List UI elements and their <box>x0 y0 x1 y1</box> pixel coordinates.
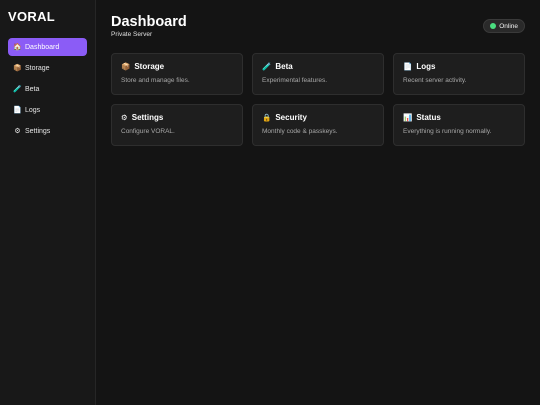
brand-logo: VORAL <box>8 9 55 24</box>
card-grid: 📦 Storage Store and manage files. 🧪 Beta… <box>111 53 525 146</box>
page-title: Dashboard <box>111 14 187 30</box>
title-block: Dashboard Private Server <box>111 14 187 38</box>
card-description: Everything is running normally. <box>403 128 492 135</box>
card-title-row: 📄 Logs <box>403 62 515 71</box>
card-description: Configure VORAL. <box>121 128 175 135</box>
card-title: Security <box>275 113 307 122</box>
card-title: Settings <box>131 113 164 122</box>
test-tube-icon: 🧪 <box>262 62 272 71</box>
sidebar-nav: 🏠 Dashboard 📦 Storage 🧪 Beta 📄 Logs ⚙ Se… <box>8 38 87 140</box>
card-description: Monthly code & passkeys. <box>262 128 338 135</box>
card-description: Store and manage files. <box>121 77 190 84</box>
document-icon: 📄 <box>403 62 413 71</box>
app-root: VORAL 🏠 Dashboard 📦 Storage 🧪 Beta 📄 Log… <box>0 0 540 405</box>
status-badge: Online <box>483 19 525 33</box>
sidebar-item-label: Settings <box>25 127 51 135</box>
online-indicator-icon <box>490 23 497 29</box>
test-tube-icon: 🧪 <box>13 86 22 93</box>
sidebar-item-settings[interactable]: ⚙ Settings <box>8 122 87 140</box>
card-title: Status <box>416 113 441 122</box>
lock-icon: 🔒 <box>262 113 272 122</box>
card-title-row: 📊 Status <box>403 113 515 122</box>
page-subtitle: Private Server <box>111 31 153 38</box>
sidebar-item-storage[interactable]: 📦 Storage <box>8 59 87 77</box>
card-storage[interactable]: 📦 Storage Store and manage files. <box>111 53 243 95</box>
sidebar: VORAL 🏠 Dashboard 📦 Storage 🧪 Beta 📄 Log… <box>0 0 96 405</box>
card-description: Recent server activity. <box>403 77 467 84</box>
status-label: Online <box>499 22 518 30</box>
package-icon: 📦 <box>121 62 131 71</box>
package-icon: 📦 <box>13 65 22 72</box>
sidebar-item-label: Storage <box>25 64 50 72</box>
sidebar-item-logs[interactable]: 📄 Logs <box>8 101 87 119</box>
card-title-row: ⚙ Settings <box>121 113 233 122</box>
card-description: Experimental features. <box>262 77 328 84</box>
card-title-row: 📦 Storage <box>121 62 233 71</box>
card-settings[interactable]: ⚙ Settings Configure VORAL. <box>111 104 243 146</box>
gear-icon: ⚙ <box>121 113 128 122</box>
sidebar-item-beta[interactable]: 🧪 Beta <box>8 80 87 98</box>
gear-icon: ⚙ <box>14 128 21 135</box>
home-icon: 🏠 <box>13 44 22 51</box>
card-title: Beta <box>275 62 293 71</box>
sidebar-item-dashboard[interactable]: 🏠 Dashboard <box>8 38 87 56</box>
bar-chart-icon: 📊 <box>403 113 413 122</box>
page-header: Dashboard Private Server Online <box>111 14 525 38</box>
document-icon: 📄 <box>13 107 22 114</box>
card-title-row: 🔒 Security <box>262 113 374 122</box>
sidebar-item-label: Logs <box>25 106 41 114</box>
card-title: Logs <box>416 62 436 71</box>
card-logs[interactable]: 📄 Logs Recent server activity. <box>393 53 525 95</box>
card-title: Storage <box>134 62 165 71</box>
card-beta[interactable]: 🧪 Beta Experimental features. <box>252 53 384 95</box>
sidebar-item-label: Dashboard <box>25 43 60 51</box>
card-title-row: 🧪 Beta <box>262 62 374 71</box>
main-content: Dashboard Private Server Online 📦 Storag… <box>96 0 540 405</box>
card-security[interactable]: 🔒 Security Monthly code & passkeys. <box>252 104 384 146</box>
sidebar-item-label: Beta <box>25 85 40 93</box>
card-status[interactable]: 📊 Status Everything is running normally. <box>393 104 525 146</box>
